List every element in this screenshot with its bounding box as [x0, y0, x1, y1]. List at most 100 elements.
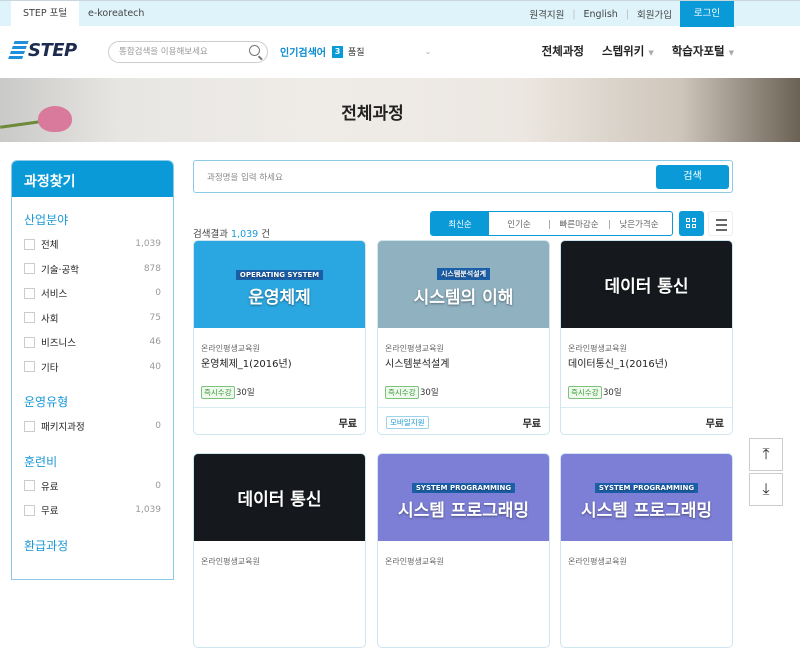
checkbox[interactable]	[24, 480, 35, 492]
course-thumbnail[interactable]: SYSTEM PROGRAMMING 시스템 프로그래밍	[378, 454, 549, 541]
sidebar-title: 과정찾기	[12, 161, 173, 197]
grid-view-button[interactable]	[679, 211, 704, 236]
card-footer: 무료	[194, 407, 365, 434]
checkbox[interactable]	[24, 504, 35, 516]
course-price: 무료	[338, 419, 357, 430]
logo-icon	[7, 40, 29, 61]
result-suffix: 건	[261, 229, 270, 240]
course-card[interactable]: OPERATING SYSTEM 운영체제온라인평생교육원운영체제_1(2016년…	[193, 240, 366, 435]
instant-enroll-badge: 즉시수강	[385, 386, 419, 399]
course-thumbnail[interactable]: 시스템분석설계시스템의 이해	[378, 241, 549, 328]
filter-item[interactable]: 무료 1,039	[12, 498, 173, 523]
thumbnail-subtitle: OPERATING SYSTEM	[235, 269, 324, 280]
filter-item[interactable]: 비즈니스 46	[12, 330, 173, 355]
course-thumbnail[interactable]: 데이터 통신	[194, 454, 365, 541]
nav-all-courses[interactable]: 전체과정	[542, 43, 584, 59]
filter-item[interactable]: 전체 1,039	[12, 232, 173, 257]
checkbox[interactable]	[24, 361, 35, 373]
filter-item[interactable]: 기술·공학 878	[12, 257, 173, 282]
header: STEP 통합검색을 이용해보세요 인기검색어 3 품질 ⌄ 전체과정 스텝위키…	[0, 26, 800, 78]
list-view-button[interactable]	[708, 211, 733, 236]
filter-label: 사회	[41, 313, 59, 325]
global-search-input[interactable]: 통합검색을 이용해보세요	[108, 41, 268, 63]
card-footer: 무료	[561, 407, 732, 434]
sort-deadline[interactable]: 빠른마감순	[549, 212, 609, 235]
chevron-down-icon[interactable]: ⌄	[425, 47, 432, 56]
filter-label: 기타	[41, 362, 59, 374]
remote-support-link[interactable]: 원격지원	[529, 7, 564, 21]
course-title[interactable]: 운영체제_1(2016년)	[201, 355, 292, 370]
checkbox[interactable]	[24, 238, 35, 250]
checkbox[interactable]	[24, 263, 35, 275]
scroll-bottom-button[interactable]: ⤓	[749, 473, 783, 506]
course-card[interactable]: 데이터 통신 온라인평생교육원	[193, 453, 366, 648]
course-card[interactable]: SYSTEM PROGRAMMING 시스템 프로그래밍온라인평생교육원	[377, 453, 550, 648]
course-org: 온라인평생교육원	[568, 557, 627, 566]
filter-group-title: 훈련비	[24, 454, 58, 469]
checkbox[interactable]	[24, 420, 35, 432]
thumbnail-subtitle: SYSTEM PROGRAMMING	[594, 482, 699, 493]
filter-group-title: 산업분야	[24, 213, 69, 227]
course-card[interactable]: 데이터 통신 온라인평생교육원 데이터통신_1(2016년) 즉시수강 30일 무료	[560, 240, 733, 435]
thumbnail-title: 시스템 프로그래밍	[580, 500, 713, 521]
course-card[interactable]: SYSTEM PROGRAMMING 시스템 프로그래밍온라인평생교육원	[560, 453, 733, 648]
course-price: 무료	[705, 419, 724, 430]
thumbnail-title: 시스템의 이해	[413, 288, 514, 308]
login-button[interactable]: 로그인	[680, 1, 734, 27]
filter-item[interactable]: 사회 75	[12, 306, 173, 331]
filter-label: 유료	[41, 481, 59, 493]
filter-count: 0	[155, 480, 161, 491]
thumbnail-title: 데이터 통신	[604, 277, 689, 297]
course-title[interactable]: 시스템분석설계	[385, 355, 449, 370]
signup-link[interactable]: 회원가입	[637, 7, 672, 21]
filter-label: 비즈니스	[41, 338, 76, 350]
sort-latest[interactable]: 최신순	[431, 212, 489, 235]
course-org: 온라인평생교육원	[201, 344, 260, 353]
popular-label: 인기검색어	[280, 48, 326, 59]
filter-count: 0	[155, 421, 161, 432]
filter-item[interactable]: 유료 0	[12, 474, 173, 499]
checkbox[interactable]	[24, 336, 35, 348]
course-org: 온라인평생교육원	[385, 557, 444, 566]
english-link[interactable]: English	[584, 9, 618, 20]
card-footer: 모바일지원 무료	[378, 407, 549, 434]
caret-down-icon: ▼	[648, 49, 654, 57]
popular-keywords[interactable]: 인기검색어 3 품질 ⌄	[280, 44, 431, 59]
filter-label: 전체	[41, 240, 59, 252]
scroll-top-button[interactable]: ⤒	[749, 438, 783, 471]
course-title[interactable]: 데이터통신_1(2016년)	[568, 355, 668, 370]
search-icon[interactable]	[249, 45, 260, 56]
result-prefix: 검색결과	[193, 229, 228, 240]
search-placeholder: 통합검색을 이용해보세요	[119, 47, 208, 57]
filter-item[interactable]: 기타 40	[12, 355, 173, 380]
logo[interactable]: STEP	[7, 40, 77, 61]
instant-enroll-badge: 즉시수강	[201, 386, 235, 399]
filter-label: 기술·공학	[41, 264, 79, 276]
course-thumbnail[interactable]: OPERATING SYSTEM 운영체제	[194, 241, 365, 328]
checkbox[interactable]	[24, 312, 35, 324]
filter-count: 40	[149, 361, 161, 372]
result-count: 검색결과 1,039 건	[193, 226, 270, 240]
checkbox[interactable]	[24, 287, 35, 299]
search-button[interactable]: 검색	[656, 165, 729, 189]
course-filter-sidebar: 과정찾기 산업분야 전체 1,039 기술·공학 878 서비스 0 사회 75 비즈니스 46 기타…	[11, 160, 174, 580]
course-thumbnail[interactable]: SYSTEM PROGRAMMING 시스템 프로그래밍	[561, 454, 732, 541]
course-org: 온라인평생교육원	[568, 344, 627, 353]
thumbnail-subtitle: 시스템분석설계	[436, 268, 491, 280]
course-card[interactable]: 시스템분석설계 시스템의 이해 온라인평생교육원 시스템분석설계 즉시수강 30일 모바일지…	[377, 240, 550, 435]
course-search-input[interactable]: 과정명을 입력 하세요	[207, 171, 283, 183]
sort-popular[interactable]: 인기순	[489, 212, 549, 235]
nav-step-wiki[interactable]: 스텝위키 ▼	[602, 43, 654, 59]
filter-item[interactable]: 서비스 0	[12, 281, 173, 306]
tab-e-koreatech[interactable]: e-koreatech	[76, 1, 156, 27]
popular-rank: 3	[332, 45, 343, 58]
nav-learner-portal[interactable]: 학습자포털 ▼	[672, 43, 734, 59]
filter-item[interactable]: 패키지과정 0	[12, 414, 173, 439]
tab-step-portal[interactable]: STEP 포털	[11, 1, 80, 27]
filter-label: 패키지과정	[41, 422, 85, 434]
popular-keyword[interactable]: 품질	[348, 45, 365, 58]
thumbnail-title: 데이터 통신	[237, 490, 322, 510]
sort-lowest-price[interactable]: 낮은가격순	[609, 212, 669, 235]
caret-down-icon: ▼	[728, 49, 734, 57]
course-thumbnail[interactable]: 데이터 통신	[561, 241, 732, 328]
